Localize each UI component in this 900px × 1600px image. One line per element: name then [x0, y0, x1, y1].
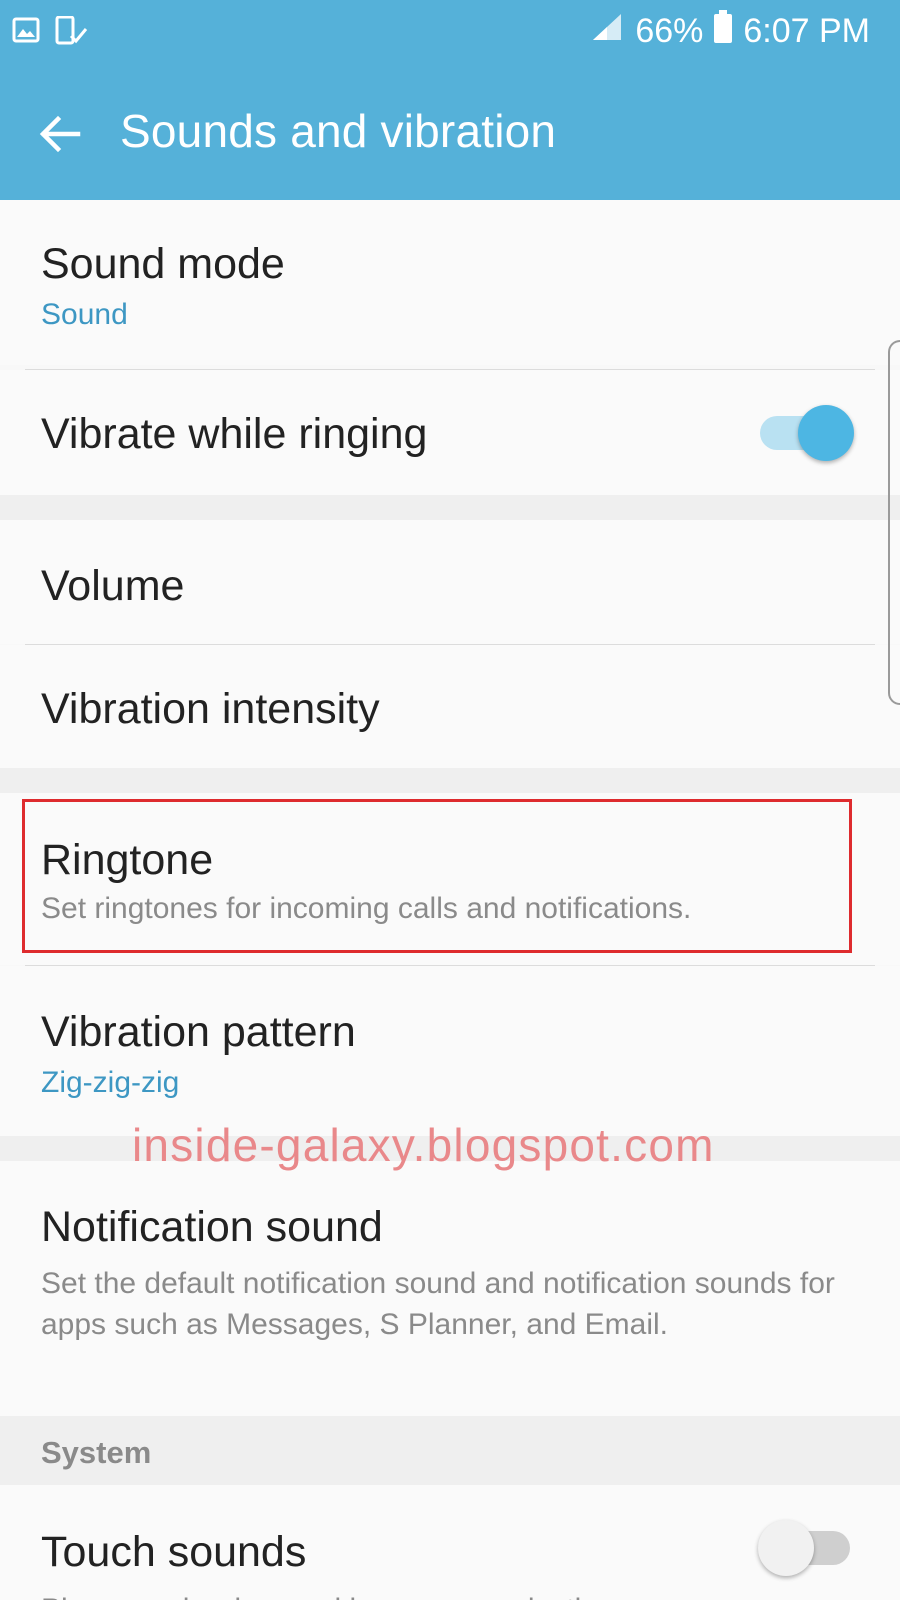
notification-sound-description: Set the default notification sound and n… [41, 1267, 835, 1341]
watermark-text: inside-galaxy.blogspot.com [132, 1119, 715, 1171]
volume-label: Volume [41, 562, 185, 610]
vibration-intensity-label: Vibration intensity [41, 685, 380, 733]
gallery-icon [12, 16, 40, 51]
battery-percent: 66% [635, 12, 704, 50]
vibration-pattern-value: Zig-zig-zig [41, 1066, 180, 1099]
system-header-label: System [41, 1435, 152, 1470]
sound-mode-value: Sound [41, 298, 128, 331]
notification-sound-label: Notification sound [41, 1203, 383, 1251]
app-bar: Sounds and vibration [0, 64, 900, 200]
battery-icon [713, 10, 733, 53]
vibration-pattern-label: Vibration pattern [41, 1008, 356, 1056]
signal-icon [591, 12, 625, 51]
section-gap [0, 495, 900, 520]
notification-sound-item[interactable]: Notification sound Set the default notif… [0, 1161, 900, 1416]
vibration-pattern-item[interactable]: Vibration pattern Zig-zig-zig [0, 966, 900, 1136]
touch-sounds-label: Touch sounds [41, 1528, 307, 1576]
vibrate-while-ringing-label: Vibrate while ringing [41, 410, 428, 458]
sound-mode-item[interactable]: Sound mode Sound [0, 200, 900, 365]
highlight-box [22, 799, 852, 953]
toggle-thumb [798, 405, 854, 461]
toggle-thumb [758, 1520, 814, 1576]
vibration-intensity-item[interactable]: Vibration intensity [0, 645, 900, 768]
vibrate-while-ringing-item[interactable]: Vibrate while ringing [0, 370, 900, 495]
volume-item[interactable]: Volume [0, 520, 900, 644]
back-arrow-icon[interactable] [38, 112, 82, 156]
edge-panel-handle[interactable] [888, 340, 900, 705]
sound-mode-label: Sound mode [41, 240, 285, 288]
touch-sounds-description: Play sounds when making screen selection… [41, 1589, 861, 1600]
device-check-icon [54, 15, 88, 51]
status-bar: 66% 6:07 PM [0, 0, 900, 64]
clock: 6:07 PM [743, 12, 870, 50]
page-title: Sounds and vibration [120, 105, 557, 157]
touch-sounds-item[interactable]: Touch sounds Play sounds when making scr… [0, 1485, 900, 1600]
section-gap [0, 768, 900, 793]
